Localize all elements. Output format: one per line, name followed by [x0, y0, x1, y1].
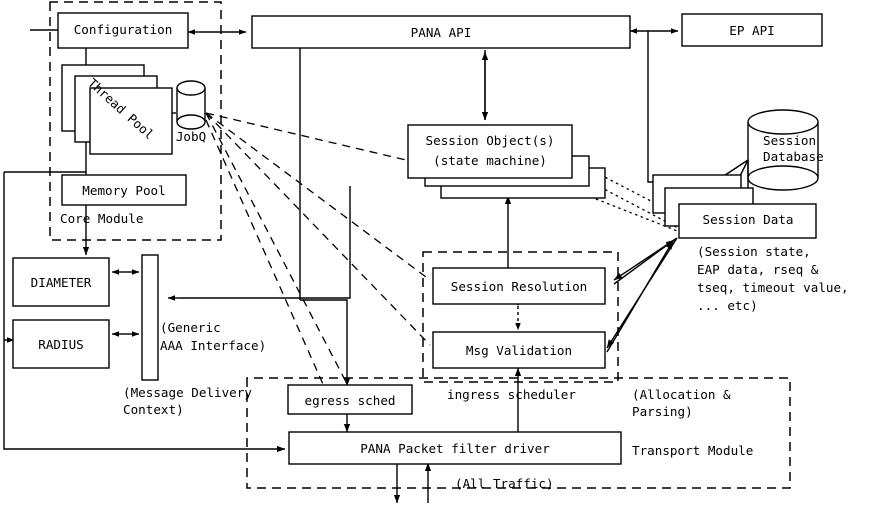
label-jobq: JobQ: [176, 129, 206, 144]
conn-session-resolution-to-session-data: [613, 239, 675, 285]
jobq-dash-to-session-resolution: [205, 112, 431, 281]
label-session-database-line1: Session: [763, 133, 816, 148]
label-session-resolution: Session Resolution: [451, 279, 587, 294]
label-allocation-parsing-line1: (Allocation &: [632, 387, 731, 402]
conn-session-object-to-aaa-path: [180, 186, 351, 299]
conn-ep-vertical: [647, 31, 673, 183]
label-egress-sched: egress sched: [305, 393, 396, 408]
jobq-dash-extra: [205, 119, 331, 401]
label-configuration: Configuration: [74, 22, 173, 37]
label-msg-validation: Msg Validation: [466, 343, 572, 358]
label-generic-aaa-line2: AAA Interface): [160, 338, 266, 353]
label-ingress-scheduler: ingress scheduler: [447, 387, 576, 402]
jobq-dash-to-msg-validation: [205, 112, 431, 346]
label-generic-aaa-line1: (Generic: [160, 320, 221, 335]
label-memory-pool: Memory Pool: [82, 183, 165, 198]
label-session-object-line2: (state machine): [433, 153, 547, 168]
jobq-cyl-top: [176, 80, 206, 96]
label-transport-module: Transport Module: [632, 443, 753, 458]
label-session-data-detail-1: (Session state,: [697, 244, 811, 259]
label-pana-packet-filter-driver: PANA Packet filter driver: [360, 441, 550, 456]
label-session-data: Session Data: [703, 212, 794, 227]
label-message-delivery-line1: (Message Delivery: [123, 385, 252, 400]
diagram-canvas: Configuration PANA API EP API Thread Poo…: [0, 0, 882, 505]
label-allocation-parsing-line2: Parsing): [632, 404, 693, 419]
label-all-traffic: (All Traffic): [455, 476, 554, 491]
label-session-data-detail-2: EAP data, rseq &: [697, 262, 819, 277]
label-session-object-line1: Session Object(s): [426, 133, 555, 148]
label-core-module: Core Module: [60, 211, 143, 226]
box-generic-aaa-interface[interactable]: [141, 254, 159, 381]
label-session-data-detail-3: tseq, timeout value,: [697, 280, 849, 295]
label-ep-api: EP API: [729, 23, 775, 38]
label-pana-api: PANA API: [411, 25, 472, 40]
conn-to-egress-sched: [300, 299, 351, 387]
label-radius: RADIUS: [38, 337, 84, 352]
label-session-database-line2: Database: [763, 149, 824, 164]
label-diameter: DIAMETER: [31, 275, 92, 290]
architecture-diagram-svg: Configuration PANA API EP API Thread Poo…: [3, 1, 849, 504]
label-session-data-detail-4: ... etc): [697, 298, 758, 313]
jobq-cyl-bottom[interactable]: [176, 114, 206, 130]
session-db-cyl-top: [747, 109, 819, 135]
label-message-delivery-line2: Context): [123, 402, 184, 417]
jobq-dash-to-egress-sched: [205, 112, 358, 404]
conn-msg-validation-to-session-data: [606, 240, 674, 353]
jobq-dash-to-session-object: [205, 112, 407, 161]
session-db-cyl-bottom: [747, 165, 819, 191]
